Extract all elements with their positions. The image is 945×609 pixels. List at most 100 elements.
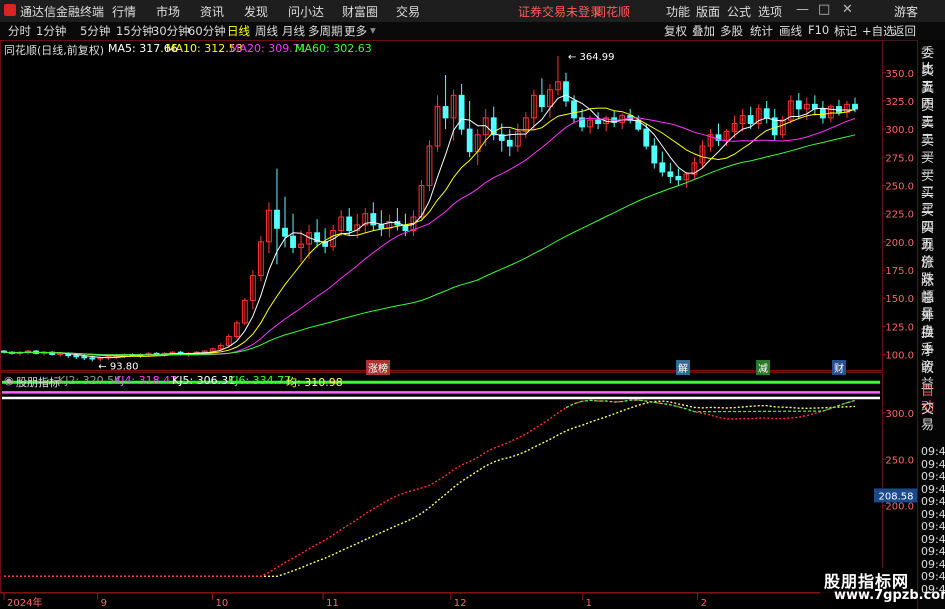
y-tick-label: 100.0 bbox=[885, 350, 914, 361]
sub-panel-frame bbox=[0, 372, 883, 593]
menu-item-quotes[interactable]: 行情 bbox=[112, 3, 136, 20]
candle-body bbox=[571, 100, 577, 119]
candle-body bbox=[370, 213, 377, 226]
candle-body bbox=[651, 145, 658, 164]
y-tick-label: 200.0 bbox=[885, 238, 914, 249]
quote-side-panel: 委比 卖五 卖四 卖三 卖二 卖一 买一 买二 买三 买四 买五 现价 涨跌 涨幅 总量 外盘 换手 净资 收益 自动… bbox=[917, 40, 945, 609]
candle-body bbox=[346, 216, 353, 232]
mark-button[interactable]: 标记 bbox=[834, 23, 857, 39]
period-1min[interactable]: 1分钟 bbox=[36, 23, 66, 39]
y-tick-label: 325.0 bbox=[885, 97, 914, 108]
stock-chart[interactable]: 100.0 125.0 150.0 175.0 200.0 225.0 250.0 275.0… bbox=[0, 40, 917, 609]
stats-button[interactable]: 统计 bbox=[750, 23, 773, 39]
menu-item-layout[interactable]: 版面 bbox=[696, 3, 720, 20]
sub-y-tick-label: 250.0 bbox=[885, 455, 914, 466]
period-monthly[interactable]: 月线 bbox=[282, 23, 305, 39]
candle-body bbox=[819, 108, 826, 119]
event-marker-limit-up[interactable]: 涨榜 bbox=[366, 360, 390, 375]
event-marker-unlock[interactable]: 解 bbox=[676, 360, 690, 375]
main-panel-frame bbox=[0, 40, 883, 371]
menu-item-formula[interactable]: 公式 bbox=[727, 3, 751, 20]
period-5min[interactable]: 5分钟 bbox=[80, 23, 110, 39]
overlay-button[interactable]: 叠加 bbox=[692, 23, 715, 39]
maximize-icon[interactable]: □ bbox=[818, 2, 830, 17]
y-tick-label: 150.0 bbox=[885, 294, 914, 305]
y-tick-label: 275.0 bbox=[885, 153, 914, 164]
candle-body bbox=[274, 209, 280, 229]
y-tick-label: 125.0 bbox=[885, 322, 914, 333]
trade-button[interactable]: 交易 bbox=[921, 402, 945, 434]
close-icon[interactable]: ✕ bbox=[842, 2, 853, 17]
candle-body bbox=[852, 103, 858, 110]
title-bar: 通达信金融终端 行情 市场 资讯 发现 问小达 财富圈 交易 证券交易未登录 同… bbox=[0, 0, 945, 23]
app-title: 通达信金融终端 bbox=[20, 5, 105, 19]
login-warning[interactable]: 证券交易未登录 bbox=[518, 3, 602, 20]
sub-y-tick-label: 200.0 bbox=[885, 502, 914, 513]
candle-body bbox=[747, 115, 754, 124]
y-tick-label: 225.0 bbox=[885, 210, 914, 221]
period-15min[interactable]: 15分钟 bbox=[116, 23, 154, 39]
chevron-down-icon[interactable]: ▾ bbox=[370, 23, 376, 37]
gear-icon[interactable]: ◉ bbox=[4, 374, 14, 387]
menu-item-ask[interactable]: 问小达 bbox=[288, 3, 324, 20]
draw-button[interactable]: 画线 bbox=[779, 23, 802, 39]
candle-body bbox=[282, 227, 288, 237]
add-watchlist-button[interactable]: +自选 bbox=[862, 23, 895, 39]
menu-item-trade[interactable]: 交易 bbox=[396, 3, 420, 20]
menu-item-discover[interactable]: 发现 bbox=[244, 3, 268, 20]
kj6-legend: KJ6: 334.77 bbox=[228, 374, 292, 387]
kj4-legend: KJ4: 318.47 bbox=[114, 374, 178, 387]
candle-body bbox=[538, 94, 545, 108]
avg-legend: 均: 310.98 bbox=[286, 376, 343, 389]
x-tick-label: 1 bbox=[586, 598, 592, 609]
kj-high-segment bbox=[565, 399, 856, 413]
menu-item-options[interactable]: 选项 bbox=[758, 3, 782, 20]
ma-line-ma5 bbox=[3, 94, 855, 359]
menu-item-market[interactable]: 市场 bbox=[156, 3, 180, 20]
candle-body bbox=[73, 355, 80, 358]
period-multi[interactable]: 多周期 bbox=[308, 23, 343, 39]
period-60min[interactable]: 60分钟 bbox=[188, 23, 226, 39]
multi-stock-button[interactable]: 多股 bbox=[720, 23, 743, 39]
period-tick[interactable]: 分时 bbox=[8, 23, 31, 39]
event-marker-finance[interactable]: 财 bbox=[832, 360, 846, 375]
y-tick-label: 175.0 bbox=[885, 266, 914, 277]
event-marker-reduce[interactable]: 减 bbox=[756, 360, 770, 375]
kj2-legend: KJ2: 320.54 bbox=[58, 374, 122, 387]
candle-body bbox=[458, 94, 465, 130]
candle-body bbox=[659, 162, 666, 173]
candle-body bbox=[667, 171, 674, 177]
candle-body bbox=[466, 128, 473, 153]
menu-item-wealth[interactable]: 财富圈 bbox=[342, 3, 378, 20]
f10-button[interactable]: F10 bbox=[808, 23, 829, 37]
watermark-url: www.7gpzb.com bbox=[834, 588, 945, 603]
x-tick-label: 2 bbox=[701, 598, 707, 609]
guest-label[interactable]: 游客 bbox=[894, 3, 918, 20]
period-weekly[interactable]: 周线 bbox=[255, 23, 278, 39]
menu-item-news[interactable]: 资讯 bbox=[200, 3, 224, 20]
kj4-line bbox=[4, 399, 856, 577]
kj5-line bbox=[4, 400, 856, 577]
broker-name[interactable]: 同花顺 bbox=[594, 3, 630, 20]
candle-body bbox=[595, 119, 602, 124]
watermark: 股朋指标网 www.7gpzb.com bbox=[820, 568, 945, 606]
x-tick-label: 9 bbox=[101, 598, 107, 609]
x-tick-label: 2024年 bbox=[7, 596, 42, 609]
x-tick-label: 10 bbox=[215, 598, 228, 609]
low-price-label: ← 93.80 bbox=[98, 361, 138, 372]
ma60-legend: MA60: 302.63 bbox=[295, 42, 372, 55]
period-toolbar: 分时 1分钟 5分钟 15分钟 30分钟 60分钟 日线 周线 月线 多周期 更… bbox=[0, 22, 945, 41]
candle-body bbox=[290, 235, 296, 248]
period-daily[interactable]: 日线 bbox=[227, 23, 250, 39]
candle-body bbox=[675, 175, 682, 181]
app-logo-icon bbox=[4, 4, 16, 16]
minimize-icon[interactable]: — bbox=[796, 2, 809, 17]
period-30min[interactable]: 30分钟 bbox=[152, 23, 190, 39]
candle-body bbox=[506, 139, 513, 147]
adjust-button[interactable]: 复权 bbox=[664, 23, 687, 39]
menu-item-function[interactable]: 功能 bbox=[666, 3, 690, 20]
sub-chart-title[interactable]: 股朋指标 bbox=[16, 374, 60, 390]
kj5-legend: KJ5: 306.31 bbox=[172, 374, 236, 387]
back-button[interactable]: 返回 bbox=[893, 23, 916, 39]
period-more[interactable]: 更多 bbox=[344, 23, 367, 39]
